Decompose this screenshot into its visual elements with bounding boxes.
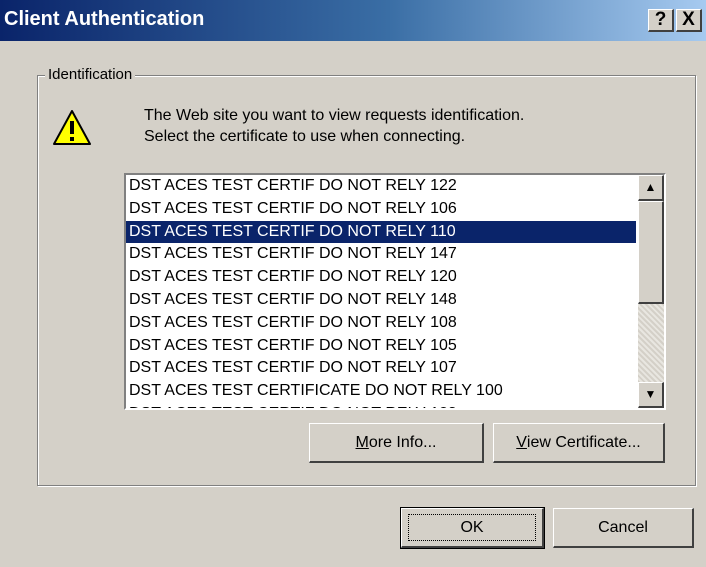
- certificate-list-item[interactable]: DST ACES TEST CERTIF DO NOT RELY 120: [126, 266, 636, 289]
- certificate-list-item[interactable]: DST ACES TEST CERTIF DO NOT RELY 122: [126, 175, 636, 198]
- more-info-mnemonic: M: [355, 433, 369, 451]
- ok-button[interactable]: OK: [400, 507, 545, 549]
- focus-rectangle: [408, 514, 536, 541]
- view-certificate-label: iew Certificate...: [526, 433, 641, 451]
- more-info-button[interactable]: More Info...: [309, 423, 484, 463]
- more-info-label: ore Info...: [368, 433, 437, 451]
- view-certificate-mnemonic: V: [516, 433, 527, 451]
- warning-icon: [53, 110, 91, 145]
- certificate-list-item[interactable]: DST ACES TEST CERTIF DO NOT RELY 106: [126, 198, 636, 221]
- vertical-scrollbar[interactable]: ▲ ▼: [638, 175, 664, 408]
- certificate-list-item[interactable]: DST ACES TEST CERTIF DO NOT RELY 148: [126, 289, 636, 312]
- identification-message: The Web site you want to view requests i…: [144, 105, 524, 147]
- view-certificate-button[interactable]: View Certificate...: [493, 423, 665, 463]
- certificate-list-item[interactable]: DST ACES TEST CERTIF DO NOT RELY 123: [126, 403, 636, 408]
- certificate-list-item[interactable]: DST ACES TEST CERTIF DO NOT RELY 147: [126, 243, 636, 266]
- certificate-list[interactable]: DST ACES TEST CERTIF DO NOT RELY 122 DST …: [124, 173, 666, 410]
- message-line-1: The Web site you want to view requests i…: [144, 107, 525, 124]
- help-button[interactable]: ?: [648, 9, 674, 32]
- cancel-button[interactable]: Cancel: [553, 508, 694, 548]
- certificate-list-item[interactable]: DST ACES TEST CERTIF DO NOT RELY 107: [126, 357, 636, 380]
- cancel-label: Cancel: [598, 518, 648, 536]
- group-legend: Identification: [45, 66, 136, 83]
- scroll-down-button[interactable]: ▼: [638, 382, 664, 408]
- close-button[interactable]: X: [676, 9, 702, 32]
- scroll-up-icon: ▲: [644, 180, 657, 194]
- close-icon: X: [682, 9, 695, 30]
- certificate-list-items[interactable]: DST ACES TEST CERTIF DO NOT RELY 122 DST …: [126, 175, 636, 408]
- scroll-up-button[interactable]: ▲: [638, 175, 664, 201]
- message-line-2: Select the certificate to use when conne…: [144, 128, 466, 145]
- title-bar[interactable]: Client Authentication ? X: [0, 0, 706, 41]
- certificate-list-item[interactable]: DST ACES TEST CERTIF DO NOT RELY 105: [126, 335, 636, 358]
- help-icon: ?: [654, 9, 667, 30]
- scroll-thumb[interactable]: [638, 201, 664, 304]
- scroll-down-icon: ▼: [644, 387, 657, 401]
- certificate-list-item[interactable]: DST ACES TEST CERTIF DO NOT RELY 108: [126, 312, 636, 335]
- certificate-list-item[interactable]: DST ACES TEST CERTIFICATE DO NOT RELY 10…: [126, 380, 636, 403]
- certificate-list-item[interactable]: DST ACES TEST CERTIF DO NOT RELY 110: [126, 220, 636, 244]
- window-title: Client Authentication: [4, 8, 205, 30]
